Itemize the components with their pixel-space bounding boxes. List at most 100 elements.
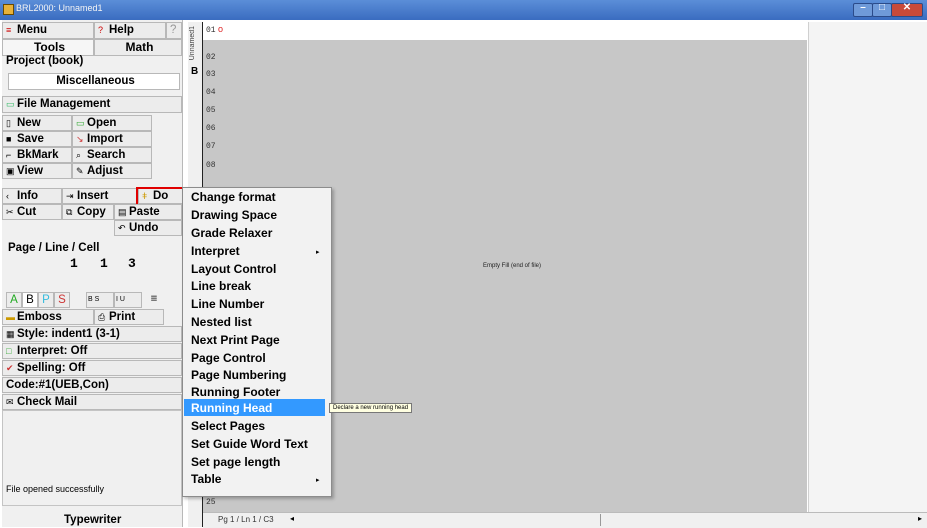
minimize-icon: –	[860, 2, 866, 13]
menu-item-set-guide-word-text[interactable]: Set Guide Word Text	[191, 436, 308, 453]
line-number: 03	[206, 70, 216, 79]
braille-mode-indicator: B	[191, 66, 199, 77]
menu-icon: ≡	[6, 25, 12, 35]
menu-item-table[interactable]: Table	[191, 471, 221, 488]
menu-item-running-footer[interactable]: Running Footer	[191, 384, 280, 401]
project-field[interactable]: Miscellaneous	[8, 73, 180, 90]
line-number: 25	[206, 498, 216, 507]
submenu-arrow-icon: ▸	[316, 249, 320, 256]
page-line-cell-label: Page / Line / Cell	[8, 242, 100, 254]
line-number: 01	[206, 26, 216, 35]
menu-item-set-page-length[interactable]: Set page length	[191, 454, 280, 471]
view-icon: ▣	[6, 166, 15, 176]
menu-button[interactable]: ≡ Menu	[2, 22, 94, 39]
mail-icon: ✉	[6, 397, 14, 407]
tooltip: Declare a new running head	[329, 403, 413, 413]
folder-icon: ▭	[6, 99, 15, 109]
open-icon: ▭	[76, 118, 85, 128]
right-pane	[808, 22, 927, 512]
new-icon: ▯	[6, 118, 11, 128]
format-iu-button[interactable]: I U	[114, 292, 142, 308]
save-button[interactable]: ■ Save	[2, 131, 72, 147]
undo-icon: ↶	[118, 223, 126, 233]
format-s-button[interactable]: S	[54, 292, 70, 308]
format-lines-button[interactable]: ≡	[146, 292, 162, 308]
check-mail-button[interactable]: ✉ Check Mail	[2, 394, 182, 410]
menu-item-change-format[interactable]: Change format	[191, 189, 276, 206]
interpret-button[interactable]: □ Interpret: Off	[2, 343, 182, 359]
spelling-icon: ✔	[6, 363, 14, 373]
menu-item-select-pages[interactable]: Select Pages	[191, 418, 265, 435]
menu-item-grade-relaxer[interactable]: Grade Relaxer	[191, 225, 272, 242]
view-button[interactable]: ▣ View	[2, 163, 72, 179]
spelling-button[interactable]: ✔ Spelling: Off	[2, 360, 182, 376]
line-number: 04	[206, 88, 216, 97]
submenu-arrow-icon: ▸	[316, 477, 320, 484]
line-number: 02	[206, 53, 216, 62]
menu-item-line-break[interactable]: Line break	[191, 278, 251, 295]
file-management-header[interactable]: ▭ File Management	[2, 96, 182, 113]
menu-item-next-print-page[interactable]: Next Print Page	[191, 332, 280, 349]
search-button[interactable]: ⌕ Search	[72, 147, 152, 163]
copy-button[interactable]: ⧉ Copy	[62, 204, 114, 220]
menu-item-page-control[interactable]: Page Control	[191, 350, 266, 367]
new-button[interactable]: ▯ New	[2, 115, 72, 131]
adjust-button[interactable]: ✎ Adjust	[72, 163, 152, 179]
format-bs-button[interactable]: B S	[86, 292, 114, 308]
emboss-icon: ▬	[6, 312, 15, 322]
help-question-button[interactable]: ?	[166, 22, 182, 39]
maximize-icon: □	[878, 2, 886, 13]
close-button[interactable]: ✕	[891, 2, 923, 17]
info-icon: ‹	[6, 191, 9, 201]
line-number: 08	[206, 161, 216, 170]
code-button[interactable]: Code:#1(UEB,Con)	[2, 377, 182, 393]
menu-item-running-head[interactable]: Running Head	[191, 400, 272, 417]
status-message: File opened successfully	[6, 484, 105, 494]
save-icon: ■	[6, 134, 12, 144]
status-divider	[600, 514, 601, 526]
cut-button[interactable]: ✂ Cut	[2, 204, 62, 220]
status-right-arrow-icon: ▸	[918, 514, 923, 523]
tab-math[interactable]: Math	[94, 39, 182, 56]
menu-item-nested-list[interactable]: Nested list	[191, 314, 252, 331]
undo-button[interactable]: ↶ Undo	[114, 220, 182, 236]
format-b-button[interactable]: B	[22, 292, 38, 308]
copy-icon: ⧉	[66, 207, 73, 217]
minimize-button[interactable]: –	[853, 2, 873, 17]
info-button[interactable]: ‹ Info	[2, 188, 62, 204]
print-button[interactable]: ⎙ Print	[94, 309, 164, 325]
style-icon: ▦	[6, 329, 15, 339]
paste-button[interactable]: ▤ Paste	[114, 204, 182, 220]
close-icon: ✕	[902, 2, 912, 13]
menu-item-line-number[interactable]: Line Number	[191, 296, 264, 313]
insert-icon: ⇥	[66, 191, 74, 201]
line-number: 05	[206, 106, 216, 115]
import-icon: ↘	[76, 134, 84, 144]
cut-icon: ✂	[6, 207, 14, 217]
menu-item-interpret[interactable]: Interpret	[191, 243, 240, 260]
cursor-position: Pg 1 / Ln 1 / C3	[218, 515, 274, 524]
insert-button[interactable]: ⇥ Insert	[62, 188, 138, 204]
tab-tools[interactable]: Tools	[2, 39, 94, 56]
format-p-button[interactable]: P	[38, 292, 54, 308]
help-button[interactable]: ? Help	[94, 22, 166, 39]
format-a-button[interactable]: A	[6, 292, 22, 308]
maximize-button[interactable]: □	[872, 2, 892, 17]
document-tab-label[interactable]: Unnamed1	[189, 26, 196, 60]
emboss-button[interactable]: ▬ Emboss	[2, 309, 94, 325]
current-line[interactable]	[203, 22, 807, 40]
line-number: 07	[206, 142, 216, 151]
style-button[interactable]: ▦ Style: indent1 (3-1)	[2, 326, 182, 342]
open-button[interactable]: ▭ Open	[72, 115, 152, 131]
page-value: 1	[70, 256, 78, 271]
print-icon: ⎙	[98, 312, 106, 322]
paste-icon: ▤	[118, 207, 127, 217]
status-caret-icon: ◂	[290, 514, 295, 523]
menu-item-layout-control[interactable]: Layout Control	[191, 261, 276, 278]
bkmark-button[interactable]: ⌐ BkMark	[2, 147, 72, 163]
menu-item-drawing-space[interactable]: Drawing Space	[191, 207, 277, 224]
bookmark-icon: ⌐	[6, 150, 12, 160]
line-number: 06	[206, 124, 216, 133]
menu-item-page-numbering[interactable]: Page Numbering	[191, 367, 286, 384]
import-button[interactable]: ↘ Import	[72, 131, 152, 147]
